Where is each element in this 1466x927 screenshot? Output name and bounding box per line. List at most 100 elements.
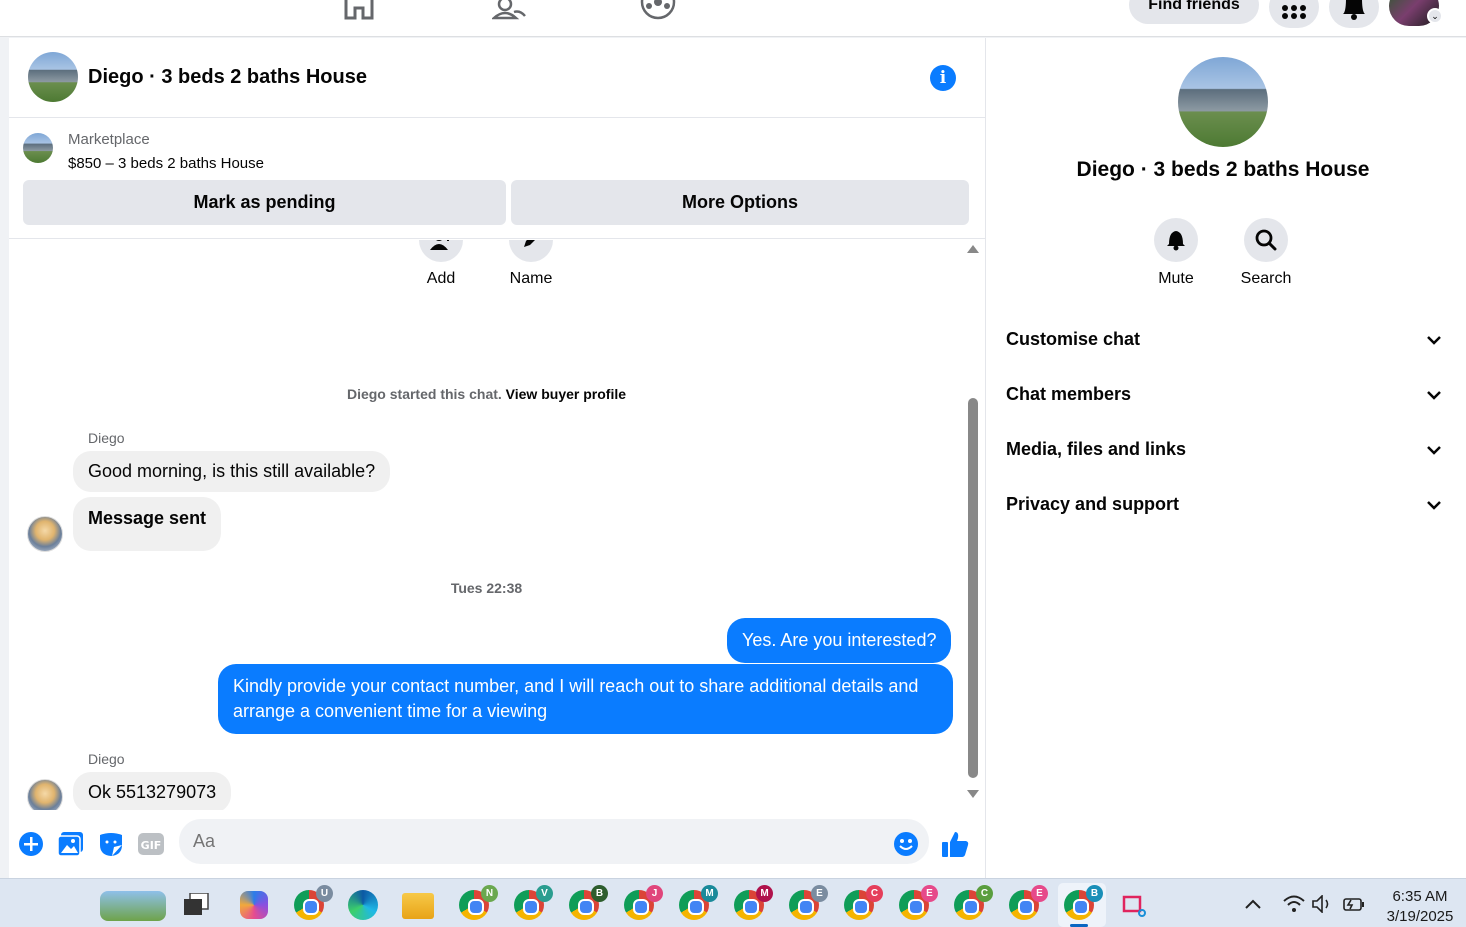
mark-as-pending-button[interactable]: Mark as pending: [23, 180, 506, 225]
photo-icon[interactable]: [57, 830, 85, 858]
chevron-down-icon: ⌄: [1427, 8, 1443, 24]
task-view-icon[interactable]: [184, 892, 210, 917]
chat-members-section[interactable]: Chat members: [1006, 379, 1441, 409]
profile-badge: J: [646, 885, 663, 902]
volume-icon[interactable]: [1312, 894, 1334, 918]
chevron-up-icon[interactable]: [1244, 897, 1262, 915]
groups-icon[interactable]: [640, 0, 676, 20]
timestamp-separator: Tues 22:38: [450, 580, 523, 596]
chrome-icon[interactable]: E: [789, 885, 828, 920]
profile-badge: M: [756, 885, 773, 902]
top-navigation-bar: Find friends ⌄: [0, 0, 1466, 37]
scroll-down-arrow-icon[interactable]: [967, 790, 979, 798]
windows-taskbar: U N V B J M M E C E C E B 6:35 AM 3/19/2…: [0, 878, 1466, 927]
media-files-links-section[interactable]: Media, files and links: [1006, 434, 1441, 464]
battery-icon[interactable]: [1343, 896, 1365, 917]
chevron-down-icon: [1427, 439, 1441, 460]
profile-badge: E: [921, 885, 938, 902]
profile-badge: B: [591, 885, 608, 902]
chevron-down-icon: [1427, 384, 1441, 405]
chat-info-panel: Diego · 3 beds 2 baths House Mute Search…: [985, 38, 1466, 878]
privacy-support-section[interactable]: Privacy and support: [1006, 489, 1441, 519]
profile-badge: E: [811, 885, 828, 902]
chrome-icon[interactable]: C: [954, 885, 993, 920]
profile-badge: B: [1086, 885, 1103, 902]
chat-panel: Diego · 3 beds 2 baths House i Marketpla…: [9, 38, 985, 878]
thumbs-up-icon[interactable]: [941, 830, 969, 858]
chrome-icon[interactable]: B: [569, 885, 608, 920]
scroll-up-arrow-icon[interactable]: [967, 245, 979, 253]
more-options-button[interactable]: More Options: [511, 180, 969, 225]
sender-avatar[interactable]: [27, 516, 63, 552]
sticker-icon[interactable]: [97, 830, 125, 858]
widgets-icon[interactable]: [100, 891, 166, 921]
message-bubble-outgoing[interactable]: Kindly provide your contact number, and …: [218, 664, 953, 734]
notifications-bell-icon[interactable]: [1329, 0, 1379, 28]
message-bubble-incoming[interactable]: Good morning, is this still available?: [73, 451, 391, 492]
chrome-icon[interactable]: M: [679, 885, 718, 920]
file-explorer-icon[interactable]: [402, 893, 434, 919]
chrome-icon[interactable]: J: [624, 885, 663, 920]
listing-avatar[interactable]: [28, 52, 78, 102]
name-label: Name: [509, 270, 553, 287]
profile-badge: U: [316, 885, 333, 902]
add-member-action[interactable]: Add: [411, 240, 471, 288]
info-icon[interactable]: i: [930, 65, 956, 91]
message-bubble-outgoing[interactable]: Yes. Are you interested?: [727, 618, 952, 663]
chat-started-notice: Diego started this chat. View buyer prof…: [9, 386, 964, 402]
message-input[interactable]: [179, 819, 929, 864]
profile-badge: N: [481, 885, 498, 902]
listing-avatar-large[interactable]: [1178, 57, 1268, 147]
bell-icon: [1154, 218, 1198, 262]
gif-icon[interactable]: GIF: [137, 830, 165, 858]
chrome-icon[interactable]: N: [459, 885, 498, 920]
friends-icon[interactable]: [491, 0, 527, 20]
sender-name: Diego: [88, 751, 125, 767]
edge-icon[interactable]: [348, 890, 378, 920]
home-icon[interactable]: [341, 0, 377, 20]
sender-avatar[interactable]: [27, 779, 63, 810]
wifi-icon[interactable]: [1283, 895, 1305, 918]
message-composer: GIF: [9, 813, 985, 878]
profile-badge: E: [1031, 885, 1048, 902]
profile-badge: C: [976, 885, 993, 902]
chrome-icon-active[interactable]: B: [1064, 885, 1103, 920]
name-chat-action[interactable]: Name: [501, 240, 561, 288]
pencil-icon: [509, 240, 553, 262]
message-bubble-incoming[interactable]: Ok 5513279073: [73, 772, 232, 810]
scrollbar-thumb[interactable]: [968, 398, 978, 778]
profile-badge: M: [701, 885, 718, 902]
add-label: Add: [426, 270, 456, 287]
copilot-icon[interactable]: [240, 891, 268, 919]
chevron-down-icon: [1427, 329, 1441, 350]
listing-price-title[interactable]: $850 – 3 beds 2 baths House: [68, 155, 264, 172]
listing-thumbnail[interactable]: [23, 133, 53, 163]
menu-grid-icon[interactable]: [1269, 0, 1319, 28]
chrome-icon[interactable]: M: [734, 885, 773, 920]
view-buyer-profile-link[interactable]: View buyer profile: [506, 386, 626, 402]
profile-badge: C: [866, 885, 883, 902]
chrome-icon[interactable]: V: [514, 885, 553, 920]
info-panel-title: Diego · 3 beds 2 baths House: [1076, 158, 1370, 181]
plus-icon[interactable]: [17, 830, 45, 858]
mute-button[interactable]: Mute: [1141, 218, 1211, 288]
customise-chat-section[interactable]: Customise chat: [1006, 324, 1441, 354]
mute-label: Mute: [1158, 270, 1194, 287]
profile-avatar[interactable]: ⌄: [1389, 0, 1443, 26]
chrome-icon[interactable]: U: [294, 885, 333, 920]
chrome-icon[interactable]: E: [1009, 885, 1048, 920]
chrome-icon[interactable]: E: [899, 885, 938, 920]
clock-date[interactable]: 3/19/2025: [1380, 908, 1460, 925]
clock-time[interactable]: 6:35 AM: [1380, 888, 1460, 905]
sender-name: Diego: [88, 430, 125, 446]
chrome-icon[interactable]: C: [844, 885, 883, 920]
marketplace-listing-bar: Marketplace $850 – 3 beds 2 baths House …: [9, 119, 985, 239]
find-friends-button[interactable]: Find friends: [1129, 0, 1259, 24]
section-label: Media, files and links: [1006, 438, 1187, 459]
message-sent-bubble[interactable]: Message sent: [73, 497, 222, 551]
chat-started-text: Diego started this chat.: [346, 386, 502, 402]
snipping-tool-icon[interactable]: [1120, 893, 1150, 919]
chat-title[interactable]: Diego · 3 beds 2 baths House: [88, 66, 367, 89]
search-button[interactable]: Search: [1231, 218, 1301, 288]
emoji-icon[interactable]: [892, 830, 920, 858]
